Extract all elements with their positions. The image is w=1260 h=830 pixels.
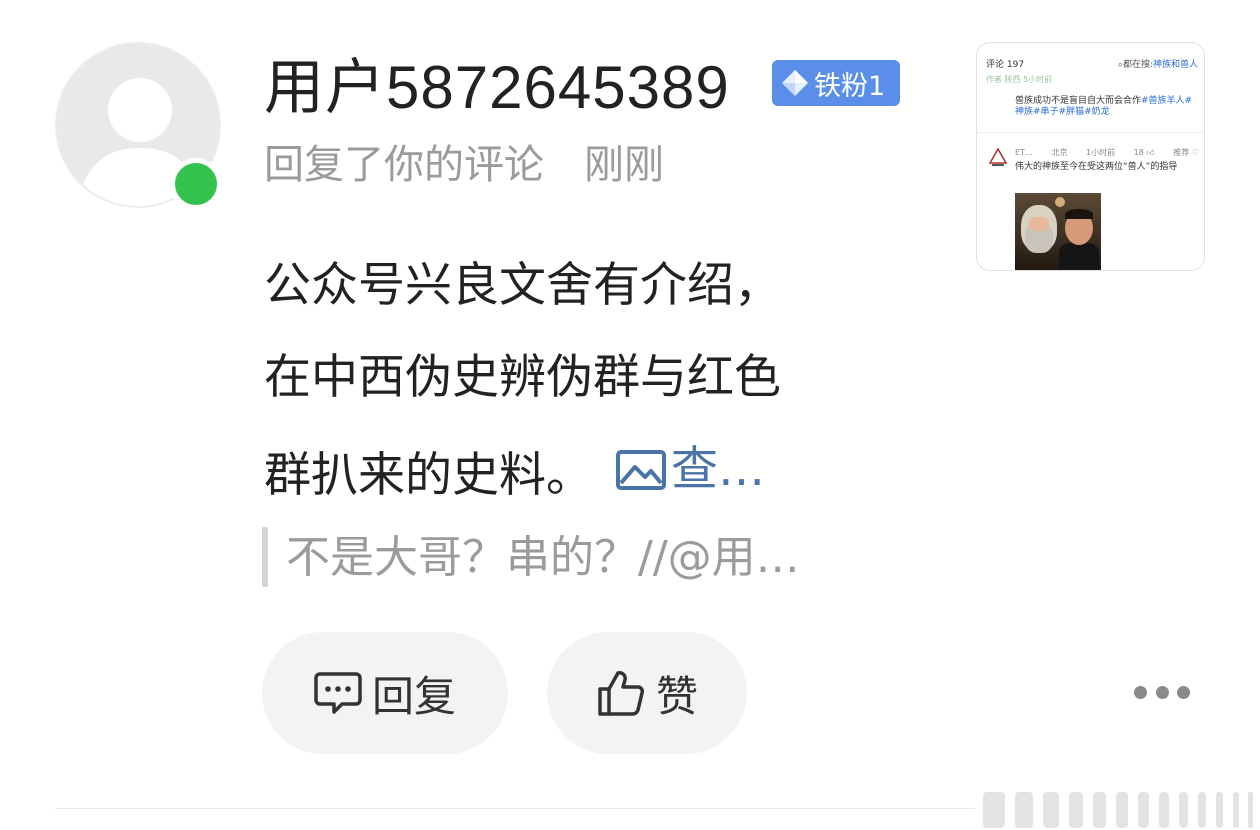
online-status-dot bbox=[170, 158, 222, 210]
quote-bar bbox=[262, 527, 268, 587]
comment-body[interactable]: 公众号兴良文舍有介绍， 在中西伪史辨伪群与红色 群扒来的史料。 查… bbox=[264, 240, 924, 522]
thumbnail-comment-2-likes-count: 18 bbox=[1133, 148, 1144, 157]
comment-line-2: 在中西伪史辨伪群与红色 bbox=[264, 350, 781, 405]
thumbnail-header: 评论 197 ⌕都在搜:神族和兽人 bbox=[986, 60, 1198, 71]
thumbnail-comment-2: 伟大的神族至今在受这两位“兽人”的指导 bbox=[1015, 162, 1178, 172]
image-icon bbox=[616, 450, 666, 490]
more-dot bbox=[1177, 685, 1190, 699]
like-label: 赞 bbox=[655, 671, 698, 721]
comment-line-3-text: 群扒来的史料。 bbox=[264, 448, 593, 503]
divider bbox=[55, 808, 975, 809]
heart-icon: ♡ bbox=[1191, 148, 1199, 157]
thumbnail-comment-count: 评论 197 bbox=[986, 60, 1025, 70]
thumbnail-comment-2-location: 北京 bbox=[1051, 148, 1068, 157]
view-image-link[interactable]: 查… bbox=[615, 424, 765, 516]
fan-badge-label: 铁粉1 bbox=[814, 70, 886, 102]
comment-icon bbox=[314, 672, 362, 714]
thumbnail-comment-2-meta: ET… 北京 1小时前 18 👍︎ 推荐 ♡ bbox=[1015, 147, 1199, 158]
thumbnail-comment-1: 兽族成功不是盲目自大而会合作#兽族羊人#神族#串子#胖猫#奶龙 bbox=[1015, 96, 1199, 118]
comment-line-3: 群扒来的史料。 查… bbox=[264, 424, 924, 522]
more-dot bbox=[1155, 685, 1169, 699]
thumbnail-search-term: 神族和兽人 bbox=[1152, 60, 1198, 70]
view-image-label: 查… bbox=[671, 442, 765, 497]
thumbnail-comment-2-recommend: 推荐 ♡ bbox=[1173, 147, 1199, 158]
thumbnail-prev-meta: 作者 陕西 5小时前 bbox=[986, 75, 1053, 84]
notification-meta: 回复了你的评论 刚刚 bbox=[264, 138, 664, 192]
quoted-comment[interactable]: 不是大哥？串的？//@用… bbox=[286, 528, 800, 588]
more-dot bbox=[1134, 685, 1147, 699]
notification-action: 回复了你的评论 bbox=[264, 142, 544, 188]
thumbs-up-icon: 👍︎ bbox=[1146, 148, 1155, 157]
notification-time: 刚刚 bbox=[584, 142, 664, 188]
thumbnail-comment-1-text: 兽族成功不是盲目自大而会合作 bbox=[1015, 96, 1142, 106]
original-comment-thumbnail[interactable]: 评论 197 ⌕都在搜:神族和兽人 作者 陕西 5小时前 兽族成功不是盲目自大而… bbox=[976, 42, 1205, 271]
reply-label: 回复 bbox=[371, 671, 456, 721]
thumbnail-comment-2-time: 1小时前 bbox=[1086, 148, 1116, 157]
thumbnail-search: ⌕都在搜:神族和兽人 bbox=[1118, 60, 1198, 71]
thumbnail-divider bbox=[977, 132, 1204, 133]
thumbnail-search-prefix: 都在搜: bbox=[1122, 60, 1153, 70]
user-logo-icon bbox=[988, 147, 1008, 166]
thumbnail-comment-2-recommend-label: 推荐 bbox=[1173, 148, 1190, 157]
more-options-button[interactable] bbox=[1134, 680, 1190, 704]
fan-level-badge[interactable]: 铁粉1 bbox=[772, 60, 900, 106]
comment-line-1: 公众号兴良文舍有介绍， bbox=[264, 258, 781, 313]
thumbnail-photo bbox=[1015, 193, 1101, 270]
username[interactable]: 用户5872645389 bbox=[264, 52, 730, 124]
reply-button[interactable]: 回复 bbox=[262, 632, 508, 754]
thumbnail-comment-2-likes: 18 👍︎ bbox=[1134, 147, 1155, 158]
thumbnail-comment-2-user: ET… bbox=[1015, 148, 1033, 157]
thumbs-up-icon bbox=[598, 671, 644, 716]
like-button[interactable]: 赞 bbox=[547, 632, 747, 754]
fade-bars-decoration bbox=[983, 792, 1253, 828]
diamond-icon bbox=[782, 70, 808, 96]
